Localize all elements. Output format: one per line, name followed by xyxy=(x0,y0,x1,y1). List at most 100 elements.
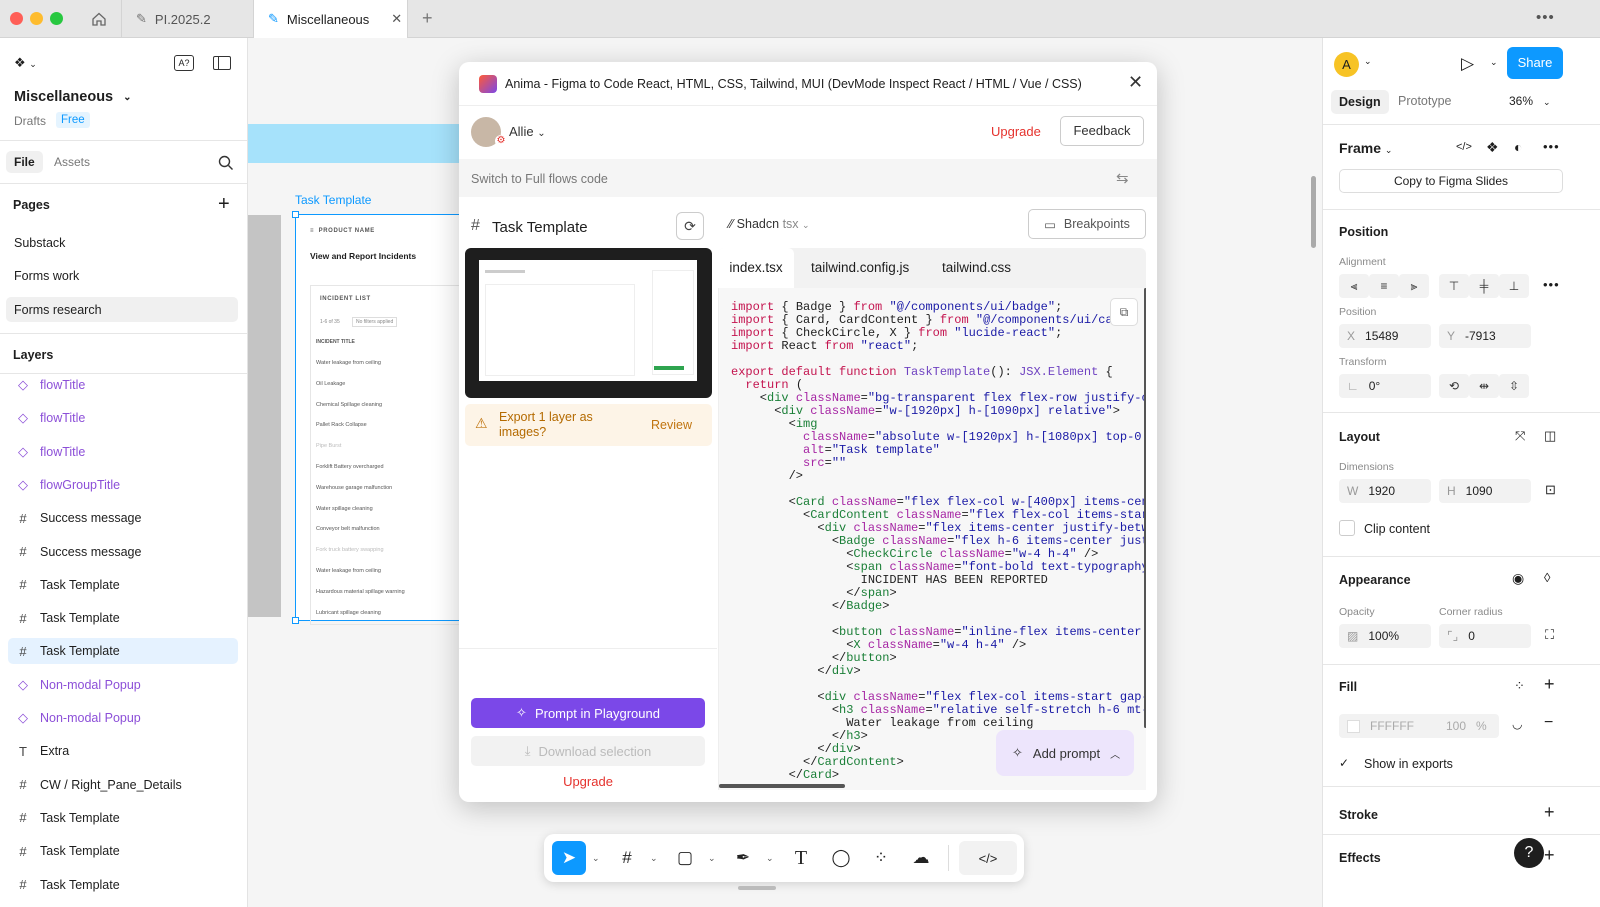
maximize-window-button[interactable] xyxy=(50,12,63,25)
layer-item[interactable]: T Extra xyxy=(8,738,238,764)
resize-handle[interactable] xyxy=(292,211,299,218)
component-icon[interactable]: ❖ xyxy=(1486,139,1499,156)
resize-handle[interactable] xyxy=(292,617,299,624)
copy-code-icon[interactable]: ⧉ xyxy=(1110,298,1138,326)
layer-item[interactable]: # Task Template xyxy=(8,872,238,898)
add-prompt-button[interactable]: ✧ Add prompt ︿ xyxy=(996,730,1134,776)
chevron-down-icon[interactable]: ⌄ xyxy=(708,853,720,864)
add-stroke-button[interactable]: + xyxy=(1544,802,1555,823)
share-button[interactable]: Share xyxy=(1507,47,1563,79)
layer-item[interactable]: ◇ flowTitle xyxy=(8,372,238,398)
layer-item[interactable]: ◇ flowTitle xyxy=(8,439,238,465)
theme-icon[interactable]: ◐ xyxy=(1514,139,1522,155)
x-position-field[interactable]: X 15489 xyxy=(1339,324,1431,348)
actions-tool-icon[interactable]: ☁ xyxy=(904,841,938,875)
zoom-level[interactable]: 36% ⌄ xyxy=(1509,94,1551,108)
height-field[interactable]: H 1090 xyxy=(1439,479,1531,503)
align-center-h-icon[interactable]: ≡ xyxy=(1369,274,1399,298)
rectangle-tool-icon[interactable]: ▢ xyxy=(668,841,702,875)
code-view[interactable]: import { Badge } from "@/components/ui/b… xyxy=(718,288,1146,790)
canvas-frame-band[interactable] xyxy=(248,124,462,163)
swap-icon[interactable]: ⇆ xyxy=(1116,169,1129,187)
styles-icon[interactable]: ⁘ xyxy=(1514,678,1525,694)
tab-miscellaneous[interactable]: ✎ Miscellaneous ✕ xyxy=(254,0,408,38)
copy-to-slides-button[interactable]: Copy to Figma Slides xyxy=(1339,169,1563,193)
layout-grid-icon[interactable]: ◫ xyxy=(1544,428,1556,444)
home-tab[interactable] xyxy=(76,0,122,38)
pen-tool-icon[interactable]: ✒ xyxy=(726,841,760,875)
resize-to-fit-icon[interactable]: ⊡ xyxy=(1545,482,1556,498)
eye-icon[interactable]: ◉ xyxy=(1512,570,1524,587)
download-selection-button[interactable]: ⤓ Download selection xyxy=(471,736,705,766)
upgrade-link[interactable]: Upgrade xyxy=(991,124,1041,139)
ai-actions-icon[interactable]: A? xyxy=(174,55,194,71)
layer-item[interactable]: ◇ flowGroupTitle xyxy=(8,472,238,498)
add-page-button[interactable]: + xyxy=(218,193,230,216)
comment-tool-icon[interactable]: ◯ xyxy=(824,841,858,875)
close-tab-icon[interactable]: ✕ xyxy=(391,11,402,27)
align-top-icon[interactable]: ⊤ xyxy=(1439,274,1469,298)
chevron-down-icon[interactable]: ⌄ xyxy=(650,853,662,864)
tab-prototype[interactable]: Prototype xyxy=(1398,94,1452,108)
task-template-frame[interactable]: ≡ PRODUCT NAME View and Report Incidents… xyxy=(292,211,470,625)
chevron-down-icon[interactable]: ⌄ xyxy=(1364,56,1372,67)
review-link[interactable]: Review xyxy=(651,418,692,432)
present-icon[interactable]: ▷ xyxy=(1461,54,1474,74)
help-icon[interactable]: ? xyxy=(1514,838,1544,868)
tab-pi-2025-2[interactable]: ✎ PI.2025.2 xyxy=(122,0,254,38)
move-tool-icon[interactable]: ➤ xyxy=(552,841,586,875)
opacity-field[interactable]: ▨ 100% xyxy=(1339,624,1431,648)
width-field[interactable]: W 1920 xyxy=(1339,479,1431,503)
layer-item[interactable]: # Task Template xyxy=(8,572,238,598)
layer-item[interactable]: # Success message xyxy=(8,539,238,565)
layer-item[interactable]: # Task Template xyxy=(8,605,238,631)
framework-select[interactable]: ⁄⁄ Shadcn tsx ⌄ xyxy=(729,217,810,231)
dev-mode-toggle-icon[interactable]: </> xyxy=(959,841,1017,875)
minimize-window-button[interactable] xyxy=(30,12,43,25)
feedback-button[interactable]: Feedback xyxy=(1060,116,1144,146)
user-menu[interactable]: Allie ⌄ xyxy=(509,124,546,139)
layer-item[interactable]: # CW / Right_Pane_Details xyxy=(8,772,238,798)
tab-design[interactable]: Design xyxy=(1331,90,1389,114)
avatar[interactable]: A xyxy=(1334,52,1359,77)
layer-item[interactable]: ◇ Non-modal Popup xyxy=(8,672,238,698)
layer-item[interactable]: ◇ Non-modal Popup xyxy=(8,705,238,731)
layer-item[interactable]: ◇ flowTitle xyxy=(8,405,238,431)
refresh-icon[interactable]: ⟳ xyxy=(676,212,704,240)
tab-index-tsx[interactable]: index.tsx xyxy=(718,248,794,288)
independent-corners-icon[interactable]: ⛶ xyxy=(1545,627,1554,643)
more-options-icon[interactable]: ••• xyxy=(1543,139,1560,154)
remove-fill-icon[interactable]: − xyxy=(1544,714,1553,732)
align-middle-icon[interactable]: ╪ xyxy=(1469,274,1499,298)
chevron-down-icon[interactable]: ⌄ xyxy=(1490,57,1498,68)
fill-field[interactable]: FFFFFF 100% xyxy=(1339,714,1499,738)
breakpoints-button[interactable]: ▭ Breakpoints xyxy=(1028,209,1146,239)
rotate-icon[interactable]: ⟲ xyxy=(1439,374,1469,398)
layer-item[interactable]: # Success message xyxy=(8,505,238,531)
fill-swatch[interactable] xyxy=(1347,719,1360,733)
close-icon[interactable]: ✕ xyxy=(1128,72,1143,93)
file-name[interactable]: Miscellaneous ⌄ xyxy=(14,89,132,105)
tab-tailwind-config[interactable]: tailwind.config.js xyxy=(811,248,909,288)
frame-type-select[interactable]: Frame ⌄ xyxy=(1339,140,1392,156)
text-tool-icon[interactable]: T xyxy=(784,841,818,875)
align-bottom-icon[interactable]: ⊥ xyxy=(1499,274,1529,298)
y-position-field[interactable]: Y -7913 xyxy=(1439,324,1531,348)
tab-assets[interactable]: Assets xyxy=(54,155,90,169)
resources-tool-icon[interactable]: ⁘ xyxy=(864,841,898,875)
page-item-substack[interactable]: Substack xyxy=(14,236,65,250)
layer-item[interactable]: # Task Template xyxy=(8,805,238,831)
new-tab-button[interactable]: + xyxy=(422,8,433,29)
align-left-icon[interactable]: ⫷ xyxy=(1339,274,1369,298)
layer-item[interactable]: # Task Template xyxy=(8,838,238,864)
clip-content-checkbox[interactable] xyxy=(1339,520,1355,536)
flip-vertical-icon[interactable]: ⇳ xyxy=(1499,374,1529,398)
more-options-icon[interactable]: ••• xyxy=(1536,9,1555,26)
tab-file[interactable]: File xyxy=(6,151,43,173)
add-effect-button[interactable]: + xyxy=(1544,845,1555,866)
frame-label[interactable]: Task Template xyxy=(295,193,371,207)
prompt-in-playground-button[interactable]: ✧ Prompt in Playground xyxy=(471,698,705,728)
close-window-button[interactable] xyxy=(10,12,23,25)
settings-gear-icon[interactable]: ⚙ xyxy=(495,135,507,147)
auto-layout-icon[interactable]: ⤧ xyxy=(1515,428,1525,444)
